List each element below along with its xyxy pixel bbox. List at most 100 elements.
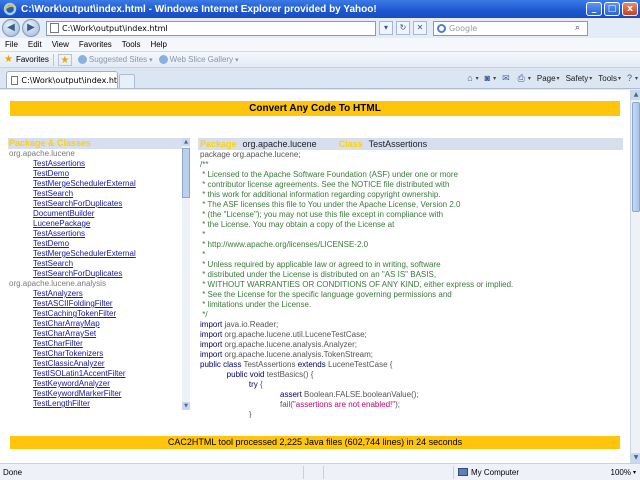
class-link[interactable]: TestLengthFilter [8, 399, 189, 409]
code-token: extends [297, 360, 328, 369]
menu-help[interactable]: Help [145, 40, 171, 49]
suggested-sites-link[interactable]: Suggested Sites ▾ [77, 55, 153, 64]
class-link[interactable]: TestKeywordAnalyzer [8, 379, 189, 389]
scroll-up-icon[interactable]: ▲ [182, 138, 190, 146]
code-line: package org.apache.lucene; [200, 150, 623, 160]
menu-view[interactable]: View [47, 40, 74, 49]
search-input[interactable]: Google [449, 24, 575, 33]
suggested-sites-icon [77, 55, 87, 64]
favorites-button[interactable]: Favorites [16, 55, 49, 64]
page-scrollbar[interactable]: ▲ ▼ [630, 90, 640, 463]
code-line: */ [200, 310, 623, 320]
address-bar[interactable]: C:\Work\output\index.html [46, 20, 376, 36]
search-icon[interactable]: ⌕ [575, 23, 587, 33]
scroll-down-icon[interactable]: ▼ [631, 453, 640, 463]
class-link[interactable]: TestMappingCharFilter [8, 409, 189, 410]
package-value: org.apache.lucene [242, 139, 317, 149]
print-button[interactable]: ⎙ ▾ [518, 73, 531, 84]
code-line: * WITHOUT WARRANTIES OR CONDITIONS OF AN… [200, 280, 623, 290]
code-token: * distributed under the License is distr… [200, 270, 437, 279]
zone-label: My Computer [471, 467, 520, 477]
safety-menu-label: Safety [565, 73, 589, 83]
class-link[interactable]: TestCharArraySet [8, 329, 189, 339]
computer-icon [458, 468, 468, 476]
class-link[interactable]: TestDemo [8, 169, 189, 179]
code-token: * (the "License"); you may not use this … [200, 210, 444, 219]
favorites-bar: ★ Favorites ★ Suggested Sites ▾ Web Slic… [0, 52, 640, 68]
add-favorite-icon[interactable]: ★ [57, 53, 72, 66]
class-link[interactable]: TestDemo [8, 239, 189, 249]
scroll-thumb[interactable] [182, 148, 190, 198]
code-token: * [200, 250, 206, 259]
search-box[interactable]: Google ⌕ [433, 20, 588, 36]
mail-button[interactable]: ✉ [502, 73, 512, 84]
class-link[interactable]: TestMergeSchedulerExternal [8, 179, 189, 189]
class-link[interactable]: TestSearchForDuplicates [8, 269, 189, 279]
class-link[interactable]: TestAssertions [8, 159, 189, 169]
class-link[interactable]: TestISOLatin1AccentFilter [8, 369, 189, 379]
scroll-up-icon[interactable]: ▲ [631, 90, 640, 100]
menu-edit[interactable]: Edit [23, 40, 47, 49]
forward-button[interactable]: ▶ [22, 19, 40, 37]
maximize-button[interactable]: □ [604, 2, 620, 16]
code-line: * Licensed to the Apache Software Founda… [200, 170, 623, 180]
help-button[interactable]: ? ▾ [627, 73, 638, 83]
tools-menu[interactable]: Tools ▾ [598, 74, 621, 83]
class-link[interactable]: TestClassicAnalyzer [8, 359, 189, 369]
mail-icon: ✉ [502, 72, 510, 83]
feeds-button[interactable]: ◙ ▾ [485, 73, 496, 83]
class-link[interactable]: TestSearchForDuplicates [8, 199, 189, 209]
class-link[interactable]: TestCharArrayMap [8, 319, 189, 329]
chevron-down-icon: ▾ [632, 469, 636, 476]
scroll-down-icon[interactable]: ▼ [182, 402, 190, 410]
title-bar: C:\Work\output\index.html - Windows Inte… [0, 0, 640, 18]
package-label: Package [200, 139, 237, 149]
back-button[interactable]: ◀ [2, 19, 20, 37]
class-link[interactable]: TestSearch [8, 189, 189, 199]
tab-index[interactable]: C:\Work\output\index.html [6, 71, 118, 88]
address-input[interactable]: C:\Work\output\index.html [62, 24, 375, 33]
code-line: assert Boolean.FALSE.booleanValue(); [200, 390, 623, 400]
class-link[interactable]: TestKeywordMarkerFilter [8, 389, 189, 399]
security-zone[interactable]: My Computer [453, 465, 520, 479]
code-token: * contributor license agreements. See th… [200, 180, 450, 189]
class-link[interactable]: TestCachingTokenFilter [8, 309, 189, 319]
class-link[interactable]: TestAssertions [8, 229, 189, 239]
web-slice-icon [158, 55, 168, 64]
page-banner: Convert Any Code To HTML [10, 101, 620, 116]
stop-icon[interactable]: ✕ [413, 21, 427, 35]
refresh-icon[interactable]: ↻ [396, 21, 410, 35]
left-panel-scrollbar[interactable]: ▲ ▼ [182, 138, 190, 410]
class-link[interactable]: TestASCIIFoldingFilter [8, 299, 189, 309]
class-link[interactable]: LucenePackage [8, 219, 189, 229]
class-link[interactable]: TestMergeSchedulerExternal [8, 249, 189, 259]
minimize-button[interactable]: _ [586, 2, 602, 16]
home-button[interactable]: ⌂ ▾ [467, 73, 478, 83]
scroll-thumb[interactable] [632, 102, 640, 212]
new-tab-button[interactable] [119, 74, 135, 88]
menu-file[interactable]: File [0, 40, 23, 49]
class-link[interactable]: TestSearch [8, 259, 189, 269]
code-token: try [248, 380, 261, 389]
address-dropdown-icon[interactable]: ▾ [379, 21, 393, 35]
page-icon [11, 75, 19, 85]
menu-favorites[interactable]: Favorites [74, 40, 117, 49]
menu-tools[interactable]: Tools [117, 40, 146, 49]
zoom-control[interactable]: 100% ▾ [611, 468, 636, 477]
safety-menu[interactable]: Safety ▾ [566, 74, 593, 83]
class-link[interactable]: DocumentBuilder [8, 209, 189, 219]
close-window-button[interactable]: x [622, 2, 638, 16]
code-token: * http://www.apache.org/licenses/LICENSE… [200, 240, 369, 249]
package-name: org.apache.lucene [9, 149, 75, 158]
code-token: * See the License for the specific langu… [200, 290, 452, 299]
source-code: package org.apache.lucene;/** * Licensed… [198, 150, 623, 418]
page-menu[interactable]: Page ▾ [537, 74, 560, 83]
code-token: import [200, 320, 225, 329]
class-link[interactable]: TestAnalyzers [8, 289, 189, 299]
class-link[interactable]: TestCharTokenizers [8, 349, 189, 359]
class-link[interactable]: TestCharFilter [8, 339, 189, 349]
chevron-down-icon: ▾ [149, 56, 153, 64]
web-slice-gallery-link[interactable]: Web Slice Gallery ▾ [158, 55, 239, 64]
page-footer: CAC2HTML tool processed 2,225 Java files… [10, 436, 620, 449]
